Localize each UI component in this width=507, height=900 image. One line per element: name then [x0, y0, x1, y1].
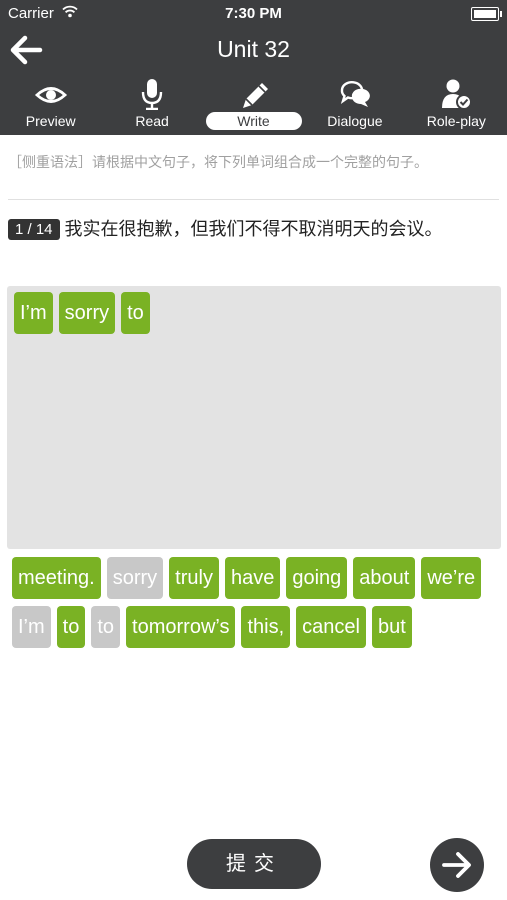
- word-chip[interactable]: have: [224, 557, 281, 599]
- answer-word-chip[interactable]: to: [121, 292, 150, 334]
- word-bank-chips: meeting. sorry truly have going about we’re I’m…: [12, 557, 497, 655]
- tab-label: Write: [205, 112, 302, 130]
- word-chip[interactable]: this,: [241, 606, 291, 648]
- next-button[interactable]: [430, 838, 484, 892]
- word-chip-used[interactable]: to: [91, 606, 121, 648]
- question-text: 我实在很抱歉，但我们不得不取消明天的会议。: [64, 219, 443, 239]
- eye-icon: [34, 87, 67, 103]
- question-counter-badge: 1 / 14: [8, 219, 60, 240]
- status-time: 7:30 PM: [225, 5, 282, 22]
- microphone-icon: [141, 79, 163, 110]
- tab-label: Preview: [25, 113, 76, 129]
- word-chip[interactable]: we’re: [421, 557, 482, 599]
- word-chip[interactable]: truly: [169, 557, 219, 599]
- person-check-icon: [442, 79, 473, 110]
- word-chip[interactable]: to: [56, 606, 86, 648]
- question: 1 / 14 我实在很抱歉，但我们不得不取消明天的会议。: [8, 215, 498, 243]
- chat-bubbles-icon: [340, 80, 370, 107]
- tab-label: Read: [135, 113, 169, 129]
- tab-write[interactable]: Write: [203, 76, 304, 132]
- header: Carrier 7:30 PM Unit 32 Preview Read Wri…: [0, 0, 507, 135]
- instruction-text: ［侧重语法］请根据中文句子，将下列单词组合成一个完整的句子。: [8, 154, 428, 170]
- tab-dialogue[interactable]: Dialogue: [304, 76, 405, 132]
- answer-area[interactable]: I’m sorry to: [7, 286, 501, 549]
- tab-label: Role-play: [426, 113, 486, 129]
- word-chip[interactable]: about: [353, 557, 416, 599]
- back-arrow-icon: [10, 35, 43, 65]
- tab-read[interactable]: Read: [101, 76, 202, 132]
- word-chip[interactable]: cancel: [296, 606, 366, 648]
- tab-bar: Preview Read Write Dialogue Role-play: [0, 76, 507, 132]
- answer-word-chip[interactable]: sorry: [58, 292, 116, 334]
- answer-chips: I’m sorry to: [7, 286, 501, 347]
- tab-role-play[interactable]: Role-play: [406, 76, 507, 132]
- word-chip[interactable]: tomorrow’s: [126, 606, 236, 648]
- arrow-right-icon: [442, 852, 471, 878]
- word-bank: meeting. sorry truly have going about we’re I’m…: [12, 557, 497, 655]
- word-chip[interactable]: meeting.: [12, 557, 101, 599]
- answer-word-chip[interactable]: I’m: [14, 292, 53, 334]
- submit-button[interactable]: 提交: [187, 839, 321, 889]
- tab-preview[interactable]: Preview: [0, 76, 101, 132]
- word-chip[interactable]: but: [371, 606, 412, 648]
- pencil-icon: [242, 83, 268, 108]
- back-button[interactable]: [8, 32, 44, 68]
- tab-label: Dialogue: [327, 113, 383, 129]
- divider: [8, 199, 499, 200]
- word-chip-used[interactable]: I’m: [12, 606, 51, 648]
- battery-icon: [471, 7, 502, 21]
- page-title: Unit 32: [217, 36, 290, 62]
- status-bar: Carrier 7:30 PM: [0, 0, 507, 28]
- word-chip-used[interactable]: sorry: [106, 557, 164, 599]
- word-chip[interactable]: going: [286, 557, 348, 599]
